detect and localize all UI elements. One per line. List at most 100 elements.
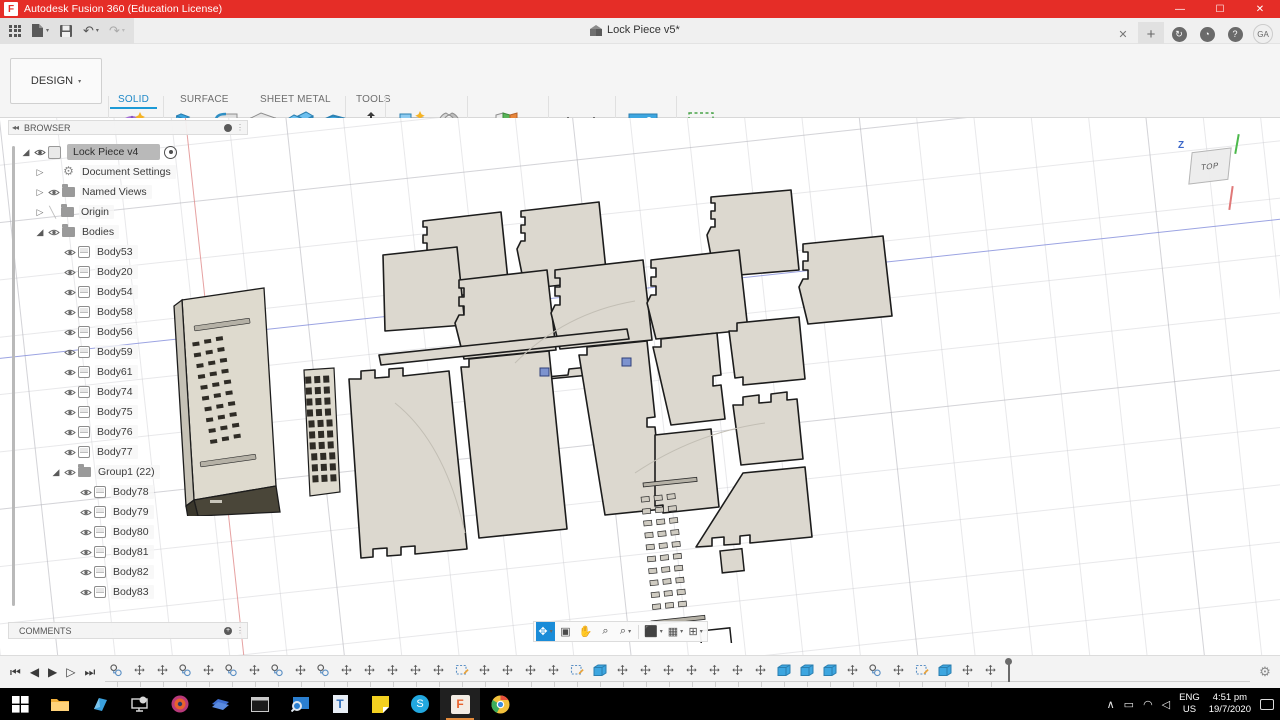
timeline-feature-move[interactable] [542, 660, 565, 687]
timeline-feature-move[interactable] [197, 660, 220, 687]
tree-node-group1-22[interactable]: ◢ Group1 (22) [8, 462, 248, 482]
timeline-feature-move[interactable] [749, 660, 772, 687]
tree-node-body20[interactable]: Body20 [8, 262, 248, 282]
orbit-tool[interactable]: ✥ ▾ [536, 622, 555, 641]
visibility-eye-icon[interactable] [78, 568, 94, 577]
timeline-feature-move[interactable] [151, 660, 174, 687]
avatar[interactable]: GA [1250, 22, 1276, 46]
undo-icon[interactable]: ↶ ▾ [78, 20, 104, 42]
visibility-eye-icon[interactable] [62, 268, 78, 277]
hidden-eye-icon[interactable]: ╲ [46, 206, 59, 219]
visibility-eye-icon[interactable] [62, 368, 78, 377]
visibility-eye-icon[interactable] [46, 228, 62, 237]
visibility-eye-icon[interactable] [62, 448, 78, 457]
tree-node-body56[interactable]: Body56 [8, 322, 248, 342]
chrome-browser[interactable] [480, 688, 520, 720]
browser-options-icon[interactable] [224, 123, 232, 132]
timeline-feature-body-move[interactable] [174, 660, 197, 687]
timeline-feature-body-move[interactable] [312, 660, 335, 687]
play-button[interactable]: ▶ [48, 665, 57, 679]
collapse-browser-icon[interactable]: ◂◂ [12, 123, 19, 132]
timeline-feature-move[interactable] [657, 660, 680, 687]
timeline-feature-sketch[interactable] [910, 660, 933, 687]
fusion-360-app[interactable]: F [440, 688, 480, 720]
skype-app[interactable]: S [400, 688, 440, 720]
grid-snaps[interactable]: ▦ ▾ [666, 622, 685, 641]
clock[interactable]: 4:51 pm 19/7/2020 [1209, 692, 1251, 716]
visibility-eye-icon[interactable] [62, 428, 78, 437]
tree-node-document-settings[interactable]: ▷ ⚙ Document Settings [8, 162, 248, 182]
wifi-icon[interactable]: ◠ [1143, 698, 1153, 711]
visibility-eye-icon[interactable] [62, 388, 78, 397]
tree-node-body53[interactable]: Body53 [8, 242, 248, 262]
timeline-settings-icon[interactable]: ⚙ [1250, 664, 1280, 680]
go-to-beginning-button[interactable]: ⏮ [10, 665, 21, 680]
expand-triangle-icon[interactable]: ◢ [20, 147, 32, 158]
timeline-feature-move[interactable] [680, 660, 703, 687]
view-cube-top-face[interactable]: TOP [1188, 147, 1232, 185]
visibility-eye-icon[interactable] [62, 288, 78, 297]
timeline-feature-move[interactable] [841, 660, 864, 687]
step-back-button[interactable]: ◀ [30, 665, 39, 679]
comments-resize-grip[interactable]: ⋮ [236, 626, 244, 635]
visibility-eye-icon[interactable] [32, 148, 48, 157]
pan-tool[interactable]: ✋ [576, 622, 595, 641]
timeline-feature-move[interactable] [634, 660, 657, 687]
tree-node-body80[interactable]: Body80 [8, 522, 248, 542]
timeline-feature-move[interactable] [519, 660, 542, 687]
new-tab-button[interactable]: + [1138, 22, 1164, 46]
maximize-button[interactable]: ☐ [1200, 0, 1240, 18]
help-icon[interactable]: ? [1222, 22, 1248, 46]
activate-component-icon[interactable] [164, 145, 178, 159]
document-tab[interactable]: Lock Piece v5* [590, 24, 680, 36]
timeline-feature-extrude[interactable] [588, 660, 611, 687]
tree-node-body74[interactable]: Body74 [8, 382, 248, 402]
timeline-feature-sketch[interactable] [565, 660, 588, 687]
store-app[interactable] [80, 688, 120, 720]
remote-desktop[interactable] [120, 688, 160, 720]
timeline-feature-body-move[interactable] [266, 660, 289, 687]
timeline-feature-body-move[interactable] [220, 660, 243, 687]
tree-node-body61[interactable]: Body61 [8, 362, 248, 382]
viewports[interactable]: ⊞ ▾ [686, 622, 705, 641]
look-at-tool[interactable]: ▣ [556, 622, 575, 641]
timeline-feature-move[interactable] [128, 660, 151, 687]
tree-node-body77[interactable]: Body77 [8, 442, 248, 462]
timeline-feature-extrude[interactable] [933, 660, 956, 687]
expand-triangle-icon[interactable]: ▷ [34, 187, 46, 198]
tree-node-body78[interactable]: Body78 [8, 482, 248, 502]
redo-icon[interactable]: ↷ ▾ [104, 20, 130, 42]
browser-resize-grip[interactable]: ⋮ [236, 123, 244, 132]
collapse-triangle-icon[interactable]: ◢ [34, 227, 46, 238]
timeline-playhead[interactable] [1005, 657, 1013, 682]
visibility-eye-icon[interactable] [46, 188, 62, 197]
visibility-eye-icon[interactable] [78, 508, 94, 517]
timeline-feature-body-move[interactable] [864, 660, 887, 687]
timeline-feature-move[interactable] [289, 660, 312, 687]
visibility-eye-icon[interactable] [62, 348, 78, 357]
tree-node-bodies[interactable]: ◢ Bodies [8, 222, 248, 242]
notes-app[interactable] [360, 688, 400, 720]
zoom-tool[interactable]: ⌕ ▾ [616, 622, 635, 641]
start-button[interactable] [0, 688, 40, 720]
go-to-end-button[interactable]: ⏭ [85, 665, 96, 680]
timeline-track[interactable] [105, 656, 1250, 689]
tree-node-body81[interactable]: Body81 [8, 542, 248, 562]
file-explorer[interactable] [40, 688, 80, 720]
visibility-eye-icon[interactable] [62, 328, 78, 337]
timeline-feature-body-move[interactable] [105, 660, 128, 687]
visibility-eye-icon[interactable] [62, 308, 78, 317]
volume-icon[interactable]: ◁ [1162, 698, 1170, 711]
tree-node-body79[interactable]: Body79 [8, 502, 248, 522]
close-button[interactable]: ✕ [1240, 0, 1280, 18]
tree-root-lock-piece[interactable]: ◢ Lock Piece v4 [8, 142, 248, 162]
zoom-window-tool[interactable]: ⌕ [596, 622, 615, 641]
expand-triangle-icon[interactable]: ▷ [34, 207, 46, 218]
tree-node-body83[interactable]: Body83 [8, 582, 248, 602]
minimize-button[interactable]: — [1160, 0, 1200, 18]
close-tab-button[interactable]: ✕ [1110, 22, 1136, 46]
action-center-icon[interactable] [1260, 698, 1274, 710]
new-file-icon[interactable]: ▾ [26, 20, 54, 42]
timeline-feature-move[interactable] [703, 660, 726, 687]
tree-node-origin[interactable]: ▷ ╲ Origin [8, 202, 248, 222]
